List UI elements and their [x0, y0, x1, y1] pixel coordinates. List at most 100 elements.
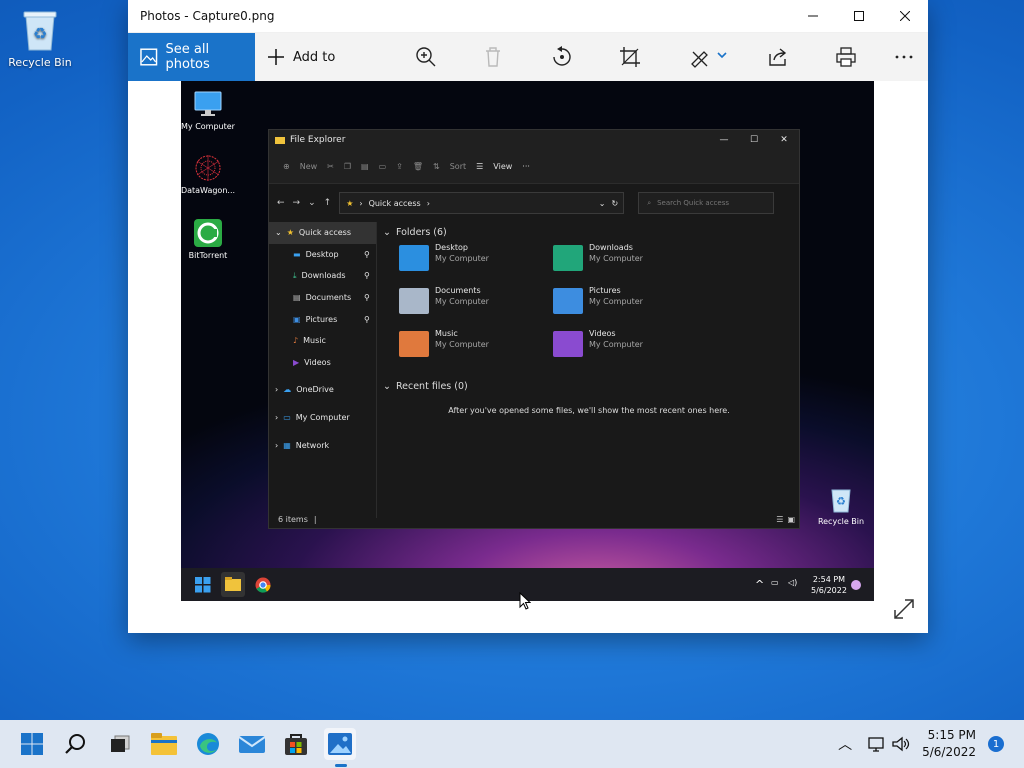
folder-tile: Videos My Computer — [553, 328, 703, 368]
network-icon: ▭ — [771, 578, 779, 587]
network-icon: ▦ — [283, 440, 291, 450]
volume-icon[interactable] — [892, 736, 910, 752]
pin-icon: ⚲ — [364, 293, 370, 303]
start-button[interactable] — [16, 728, 48, 760]
videos-folder-icon — [553, 331, 583, 357]
nav-label: Pictures — [305, 314, 338, 324]
navigation-pane: ⌄ ★ Quick access ▬ Desktop ⚲ ⤓ Downloads ⚲ ▤… — [269, 222, 377, 518]
folder-name: Pictures — [589, 286, 621, 295]
nav-item-documents: ▤ Documents ⚲ — [269, 287, 376, 309]
search-placeholder: Search Quick access — [657, 199, 729, 207]
add-to-button[interactable]: Add to — [267, 48, 335, 66]
print-button[interactable] — [834, 45, 858, 69]
folder-text: Pictures My Computer — [589, 285, 643, 325]
crop-button[interactable] — [618, 45, 642, 69]
captured-icon-label: DataWagon... — [181, 186, 236, 195]
file-explorer-taskbar-button[interactable] — [148, 728, 180, 760]
store-icon — [285, 734, 307, 755]
folder-location: My Computer — [435, 340, 489, 349]
nav-item-desktop: ▬ Desktop ⚲ — [269, 244, 376, 266]
folder-location: My Computer — [589, 340, 643, 349]
captured-desktop-icon: BitTorrent — [181, 218, 238, 260]
content-pane: ⌄ Folders (6) Desktop My Computer Download… — [379, 222, 799, 518]
taskbar: ︿ 5:15 PM 5/6/2022 1 — [0, 720, 1024, 768]
photos-window: Photos - Capture0.png See all photos Add… — [128, 0, 928, 633]
captured-image: My Computer DataWagon... BitTorrent ♻ Re… — [181, 81, 874, 601]
print-icon — [836, 47, 856, 67]
edit-dropdown-button[interactable] — [690, 45, 730, 69]
close-icon — [900, 11, 910, 21]
nav-item-music: ♪ Music — [269, 330, 376, 352]
rename-icon: ▭ — [378, 162, 387, 171]
clock[interactable]: 5:15 PM 5/6/2022 — [922, 727, 976, 761]
share-icon — [769, 48, 787, 66]
paste-icon: ▤ — [361, 162, 369, 171]
store-taskbar-button[interactable] — [280, 728, 312, 760]
notification-count-badge[interactable]: 1 — [988, 736, 1004, 752]
photos-titlebar[interactable]: Photos - Capture0.png — [128, 0, 928, 33]
folder-text: Music My Computer — [435, 328, 489, 368]
folder-name: Desktop — [435, 243, 468, 252]
network-icon[interactable] — [868, 736, 886, 752]
rotate-icon — [553, 46, 571, 66]
task-view-button[interactable] — [104, 728, 136, 760]
see-all-photos-button[interactable]: See all photos — [128, 33, 255, 81]
maximize-icon — [854, 11, 864, 21]
fe-minimize-icon: — — [719, 135, 729, 145]
delete-button[interactable] — [481, 45, 505, 69]
search-icon — [65, 734, 85, 754]
search-button[interactable] — [60, 728, 92, 760]
minimize-icon — [808, 15, 818, 17]
folder-tile: Documents My Computer — [399, 285, 549, 325]
zoom-button[interactable] — [414, 45, 438, 69]
photos-taskbar-button[interactable] — [324, 728, 356, 760]
pin-icon: ⚲ — [364, 249, 370, 259]
maximize-button[interactable] — [836, 0, 882, 33]
zoom-icon — [416, 47, 436, 67]
close-button[interactable] — [882, 0, 928, 33]
share-icon: ⇪ — [396, 162, 403, 171]
more-label: ··· — [522, 162, 530, 171]
sort-label: Sort — [449, 162, 467, 171]
tiles-view-icon: ▣ — [787, 514, 795, 524]
expand-icon[interactable] — [892, 597, 916, 621]
chrome-icon — [255, 577, 271, 593]
address-box: ★ › Quick access › ⌄ ↻ — [339, 192, 625, 214]
edge-taskbar-button[interactable] — [192, 728, 224, 760]
folder-text: Documents My Computer — [435, 285, 489, 325]
add-to-label: Add to — [293, 49, 336, 65]
nav-item-onedrive: › ☁ OneDrive — [269, 379, 376, 401]
more-options-button[interactable] — [892, 45, 916, 69]
task-view-icon — [111, 735, 130, 752]
file-explorer-window: File Explorer — ☐ ✕ ⊕ New ✂ ❐ ▤ ▭ ⇪ 🗑 ⇅ … — [268, 129, 800, 529]
minimize-button[interactable] — [790, 0, 836, 33]
desktop-icon-recycle-bin[interactable]: ♻ Recycle Bin — [0, 8, 80, 69]
folder-icon — [275, 137, 285, 144]
see-all-photos-label: See all photos — [165, 42, 210, 72]
nav-item-pictures: ▣ Pictures ⚲ — [269, 308, 376, 330]
nav-label: Downloads — [301, 271, 346, 281]
captured-desktop-icon: ♻ Recycle Bin — [811, 484, 871, 526]
captured-date: 5/6/2022 — [811, 586, 847, 595]
file-explorer-address-bar: ← → ⌄ ↑ ★ › Quick access › ⌄ ↻ ⌕ Search … — [269, 184, 799, 222]
downloads-folder-icon — [553, 245, 583, 271]
recycle-bin-icon: ♻ — [23, 11, 57, 51]
recent-files-header: ⌄ Recent files (0) — [379, 376, 468, 396]
desktop-icon: ▬ — [293, 249, 301, 259]
monitor-icon — [194, 91, 222, 116]
recent-files-header-label: Recent files (0) — [395, 380, 468, 392]
photos-toolbar: See all photos Add to — [128, 33, 928, 81]
nav-item-quick-access: ⌄ ★ Quick access — [269, 222, 376, 244]
share-button[interactable] — [766, 45, 790, 69]
show-hidden-icons-chevron-up-icon[interactable]: ︿ — [838, 734, 852, 754]
nav-label: OneDrive — [296, 385, 334, 395]
rotate-button[interactable] — [550, 45, 574, 69]
view-label: View — [493, 162, 513, 171]
folder-name: Downloads — [589, 243, 633, 252]
cut-icon: ✂ — [327, 162, 334, 171]
mail-taskbar-button[interactable] — [236, 728, 268, 760]
folder-text: Downloads My Computer — [589, 242, 643, 282]
file-explorer-icon — [225, 577, 241, 591]
back-icon: ← — [277, 198, 285, 208]
image-viewer[interactable]: My Computer DataWagon... BitTorrent ♻ Re… — [128, 81, 928, 633]
